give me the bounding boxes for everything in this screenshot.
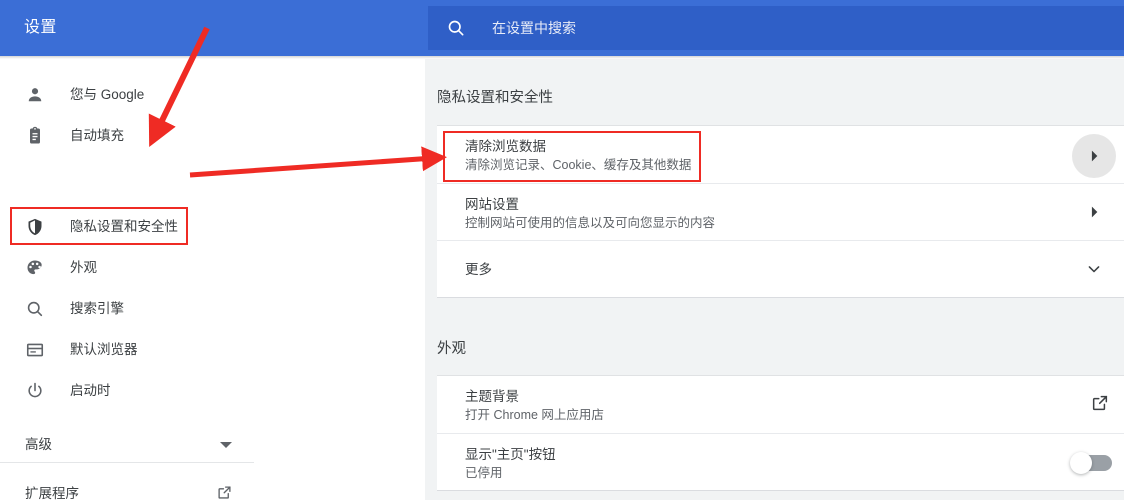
top-bar: 设置 在设置中搜索 [0,0,1124,56]
chevron-right-button[interactable] [1072,134,1116,178]
row-subtitle: 已停用 [465,466,503,480]
row-clear-browsing-data[interactable]: 清除浏览数据 清除浏览记录、Cookie、缓存及其他数据 [437,126,1124,183]
sidebar-item-advanced[interactable]: 高级 [0,425,250,465]
section-title-privacy: 隐私设置和安全性 [437,90,553,106]
sidebar-item-label: 外观 [70,260,97,275]
toggle-knob [1070,452,1092,474]
sidebar-advanced-label: 高级 [25,437,52,452]
chevron-down-icon [220,442,232,448]
sidebar-item-label: 搜索引擎 [70,301,124,316]
sidebar-item-appearance[interactable]: 外观 [0,248,260,288]
power-icon [25,381,45,401]
row-title: 主题背景 [465,389,519,404]
row-themes[interactable]: 主题背景 打开 Chrome 网上应用店 [437,376,1124,433]
sidebar-item-on-startup[interactable]: 启动时 [0,371,260,411]
row-title: 清除浏览数据 [465,139,546,154]
row-title: 网站设置 [465,197,519,212]
sidebar-item-extensions[interactable]: 扩展程序 [0,476,254,500]
person-icon [25,85,45,105]
search-placeholder-text: 在设置中搜索 [492,20,576,36]
chevron-down-icon[interactable] [1084,259,1104,279]
external-link-icon[interactable] [216,484,233,500]
section-title-appearance: 外观 [437,341,466,357]
search-icon [25,299,45,319]
palette-icon [25,258,45,278]
search-icon [446,18,466,38]
row-more[interactable]: 更多 [437,240,1124,297]
settings-content: 隐私设置和安全性 清除浏览数据 清除浏览记录、Cookie、缓存及其他数据 网站… [425,59,1124,500]
row-title: 显示"主页"按钮 [465,447,556,462]
sidebar-divider [0,462,254,463]
sidebar-item-label: 启动时 [70,383,111,398]
chrome-settings-window: 设置 在设置中搜索 您与 Google 自动填充 隐私设置和安全性 外观 搜索引… [0,0,1124,500]
browser-window-icon [25,340,45,360]
shield-icon [25,217,45,237]
chevron-right-icon[interactable] [1084,202,1104,222]
sidebar-item-label: 默认浏览器 [70,342,138,357]
row-title: 更多 [465,262,492,277]
sidebar-item-label: 隐私设置和安全性 [70,219,178,234]
card-privacy: 清除浏览数据 清除浏览记录、Cookie、缓存及其他数据 网站设置 控制网站可使… [437,125,1124,298]
chevron-right-icon [1084,146,1104,166]
search-input[interactable]: 在设置中搜索 [428,6,1124,50]
sidebar-item-search-engine[interactable]: 搜索引擎 [0,289,260,329]
sidebar-item-label: 自动填充 [70,128,124,143]
show-home-button-toggle[interactable] [1068,452,1114,474]
row-site-settings[interactable]: 网站设置 控制网站可使用的信息以及可向您显示的内容 [437,183,1124,240]
row-show-home-button[interactable]: 显示"主页"按钮 已停用 [437,433,1124,490]
row-subtitle: 清除浏览记录、Cookie、缓存及其他数据 [465,158,692,172]
card-appearance: 主题背景 打开 Chrome 网上应用店 显示"主页"按钮 已停用 [437,375,1124,491]
sidebar-item-autofill[interactable]: 自动填充 [0,116,260,156]
sidebar-item-default-browser[interactable]: 默认浏览器 [0,330,260,370]
sidebar-item-label: 您与 Google [70,87,145,102]
external-link-icon[interactable] [1090,393,1110,413]
row-subtitle: 控制网站可使用的信息以及可向您显示的内容 [465,216,716,230]
sidebar: 您与 Google 自动填充 隐私设置和安全性 外观 搜索引擎 默认浏览器 启动… [0,59,425,500]
sidebar-item-privacy-and-security[interactable]: 隐私设置和安全性 [0,207,260,247]
sidebar-item-label: 扩展程序 [25,486,79,500]
page-title: 设置 [24,19,57,36]
row-subtitle: 打开 Chrome 网上应用店 [465,408,604,422]
clipboard-icon [25,126,45,146]
sidebar-item-you-and-google[interactable]: 您与 Google [0,75,260,115]
